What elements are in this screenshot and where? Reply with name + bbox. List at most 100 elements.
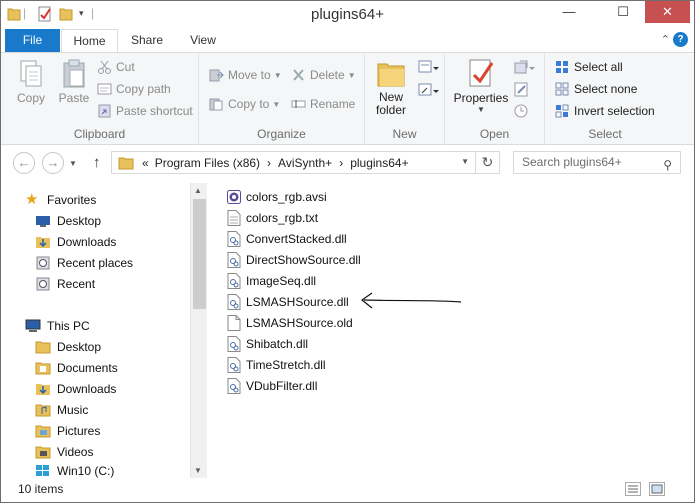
- nav-pc-pictures[interactable]: Pictures: [35, 421, 100, 441]
- file-item[interactable]: DirectShowSource.dll: [227, 250, 361, 270]
- scroll-down-icon[interactable]: ▼: [194, 466, 202, 475]
- star-icon: ★: [25, 191, 39, 208]
- nav-pc-music[interactable]: Music: [35, 400, 88, 420]
- nav-pc-drive-c[interactable]: Win10 (C:): [35, 463, 114, 478]
- easy-access-icon[interactable]: [417, 82, 439, 98]
- breadcrumb-separator[interactable]: ›: [267, 156, 271, 170]
- delete-button[interactable]: Delete ▼: [291, 68, 356, 82]
- dll-file-icon: [227, 357, 241, 373]
- breadcrumb-plugins64[interactable]: plugins64+: [350, 156, 408, 170]
- address-overflow[interactable]: «: [142, 156, 149, 170]
- address-bar[interactable]: « Program Files (x86) › AviSynth+ › plug…: [111, 151, 476, 174]
- nav-fav-recent-places[interactable]: Recent places: [35, 253, 133, 273]
- file-item[interactable]: Shibatch.dll: [227, 334, 308, 354]
- scroll-up-icon[interactable]: ▲: [194, 186, 202, 195]
- paste-shortcut-button[interactable]: Paste shortcut: [97, 104, 193, 118]
- maximize-button[interactable]: ☐: [608, 1, 638, 23]
- windows-drive-icon: [36, 464, 49, 476]
- recent-icon: [36, 277, 50, 291]
- invert-selection-button[interactable]: Invert selection: [555, 104, 655, 118]
- nav-pc-videos[interactable]: Videos: [35, 442, 93, 462]
- open-icon[interactable]: [513, 59, 535, 75]
- copy-to-button[interactable]: Copy to ▼: [209, 97, 280, 111]
- nav-pc-downloads[interactable]: Downloads: [35, 379, 116, 399]
- file-item[interactable]: colors_rgb.avsi: [227, 187, 327, 207]
- minimize-button[interactable]: —: [554, 1, 584, 23]
- nav-label: Win10 (C:): [57, 463, 115, 478]
- new-item-icon[interactable]: [417, 59, 439, 75]
- file-item[interactable]: TimeStretch.dll: [227, 355, 326, 375]
- delete-icon: [293, 69, 304, 81]
- select-none-button[interactable]: Select none: [555, 82, 637, 96]
- ribbon-tabs: File Home Share View ⌃ ?: [1, 29, 694, 53]
- rename-icon: [291, 100, 306, 108]
- properties-button[interactable]: Properties ▼: [451, 57, 511, 114]
- copy-path-button[interactable]: Copy path: [97, 82, 171, 96]
- file-name: ConvertStacked.dll: [246, 232, 347, 246]
- folder-icon: [118, 157, 134, 169]
- back-button[interactable]: ←: [13, 152, 35, 174]
- details-view-icon[interactable]: [625, 482, 641, 496]
- open-group-label: Open: [479, 127, 510, 141]
- select-all-button[interactable]: Select all: [555, 60, 623, 74]
- file-list: colors_rgb.avsi colors_rgb.txt ConvertStac…: [221, 183, 691, 478]
- file-item[interactable]: ImageSeq.dll: [227, 271, 316, 291]
- recent-locations-dropdown-icon[interactable]: ▼: [69, 159, 77, 168]
- breadcrumb-program-files[interactable]: Program Files (x86): [155, 156, 260, 170]
- breadcrumb-separator[interactable]: ›: [339, 156, 343, 170]
- file-item[interactable]: colors_rgb.txt: [227, 208, 318, 228]
- select-group-label: Select: [588, 127, 622, 141]
- nav-label: Recent: [57, 277, 96, 291]
- move-to-button[interactable]: Move to ▼: [209, 68, 282, 82]
- nav-label: Documents: [57, 361, 118, 375]
- pictures-icon: [35, 425, 51, 438]
- scroll-thumb[interactable]: [193, 199, 206, 309]
- tab-view[interactable]: View: [177, 29, 229, 52]
- scissors-icon: [98, 60, 111, 74]
- search-input[interactable]: Search plugins64+ ⚲: [513, 151, 681, 174]
- paste-button[interactable]: Paste: [56, 59, 92, 105]
- file-item[interactable]: ConvertStacked.dll: [227, 229, 347, 249]
- nav-label: Downloads: [57, 235, 117, 249]
- file-item[interactable]: LSMASHSource.dll: [227, 292, 349, 312]
- nav-fav-recent[interactable]: Recent: [35, 274, 95, 294]
- nav-fav-desktop[interactable]: Desktop: [35, 211, 101, 231]
- collapse-ribbon-icon[interactable]: ⌃: [661, 33, 670, 46]
- nav-this-pc[interactable]: This PC: [25, 316, 90, 336]
- file-item[interactable]: VDubFilter.dll: [227, 376, 317, 396]
- help-icon[interactable]: ?: [673, 32, 688, 47]
- copy-to-label: Copy to: [228, 97, 270, 111]
- nav-fav-downloads[interactable]: Downloads: [35, 232, 116, 252]
- rename-button[interactable]: Rename: [291, 97, 355, 111]
- window-title: plugins64+: [311, 6, 384, 23]
- new-folder-button[interactable]: New folder: [371, 57, 411, 117]
- up-arrow-icon[interactable]: ↑: [93, 154, 101, 171]
- nav-label: Music: [57, 403, 89, 417]
- nav-favorites[interactable]: ★ Favorites: [25, 190, 96, 210]
- edit-icon[interactable]: [513, 81, 531, 97]
- search-icon[interactable]: ⚲: [663, 155, 672, 176]
- dll-file-icon: [227, 273, 241, 289]
- move-to-dropdown-icon: ▼: [273, 70, 282, 80]
- address-dropdown-icon[interactable]: ▼: [461, 157, 469, 166]
- nav-scrollbar[interactable]: ▲ ▼: [190, 183, 207, 478]
- close-button[interactable]: ✕: [645, 1, 690, 23]
- tab-file[interactable]: File: [5, 29, 60, 52]
- forward-button[interactable]: →: [42, 152, 64, 174]
- dll-file-icon: [227, 378, 241, 394]
- nav-pc-desktop[interactable]: Desktop: [35, 337, 101, 357]
- tab-share[interactable]: Share: [122, 29, 172, 52]
- title-bar: | ▾ | plugins64+ — ☐ ✕: [1, 1, 694, 29]
- nav-pc-documents[interactable]: Documents: [35, 358, 118, 378]
- breadcrumb-avisynth[interactable]: AviSynth+: [278, 156, 332, 170]
- tab-home[interactable]: Home: [61, 29, 118, 53]
- copy-icon: [20, 60, 42, 87]
- file-item[interactable]: LSMASHSource.old: [227, 313, 353, 333]
- recent-places-icon: [36, 256, 50, 270]
- cut-button[interactable]: Cut: [97, 60, 135, 74]
- large-icons-view-icon[interactable]: [649, 482, 665, 496]
- copy-button[interactable]: Copy: [11, 59, 51, 105]
- properties-dropdown-icon: ▼: [477, 105, 485, 114]
- history-icon[interactable]: [513, 103, 531, 119]
- refresh-button[interactable]: ↻: [476, 151, 500, 174]
